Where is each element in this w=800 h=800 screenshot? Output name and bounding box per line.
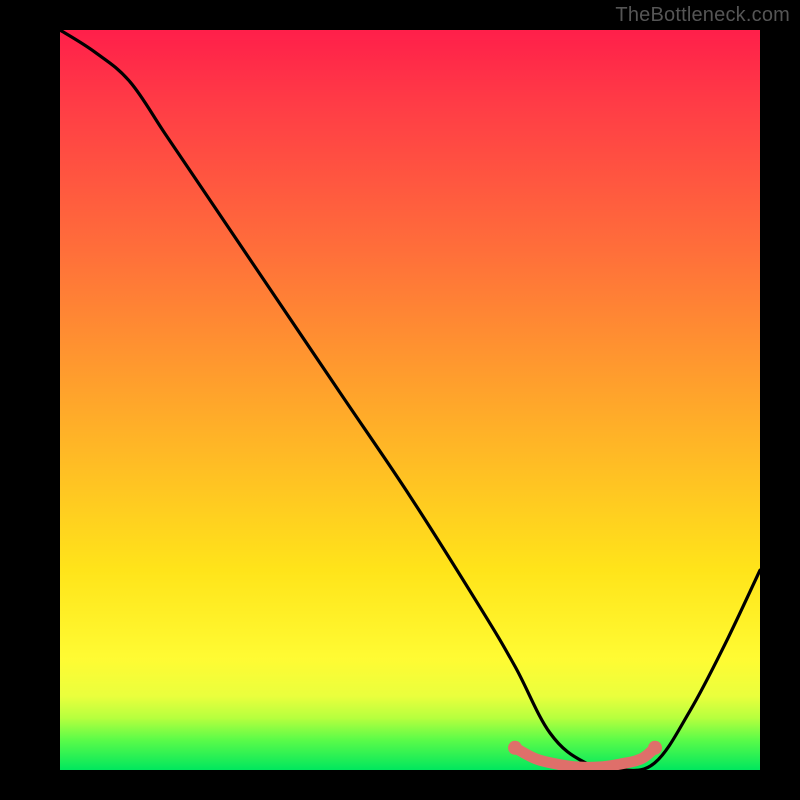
chart-plot-area [60, 30, 760, 770]
marker-band-end-dot [508, 741, 522, 755]
watermark-text: TheBottleneck.com [615, 4, 790, 27]
marker-band-line [515, 748, 655, 768]
main-curve-line [60, 30, 760, 770]
chart-svg-layer [60, 30, 760, 770]
marker-band-end-dot [648, 741, 662, 755]
